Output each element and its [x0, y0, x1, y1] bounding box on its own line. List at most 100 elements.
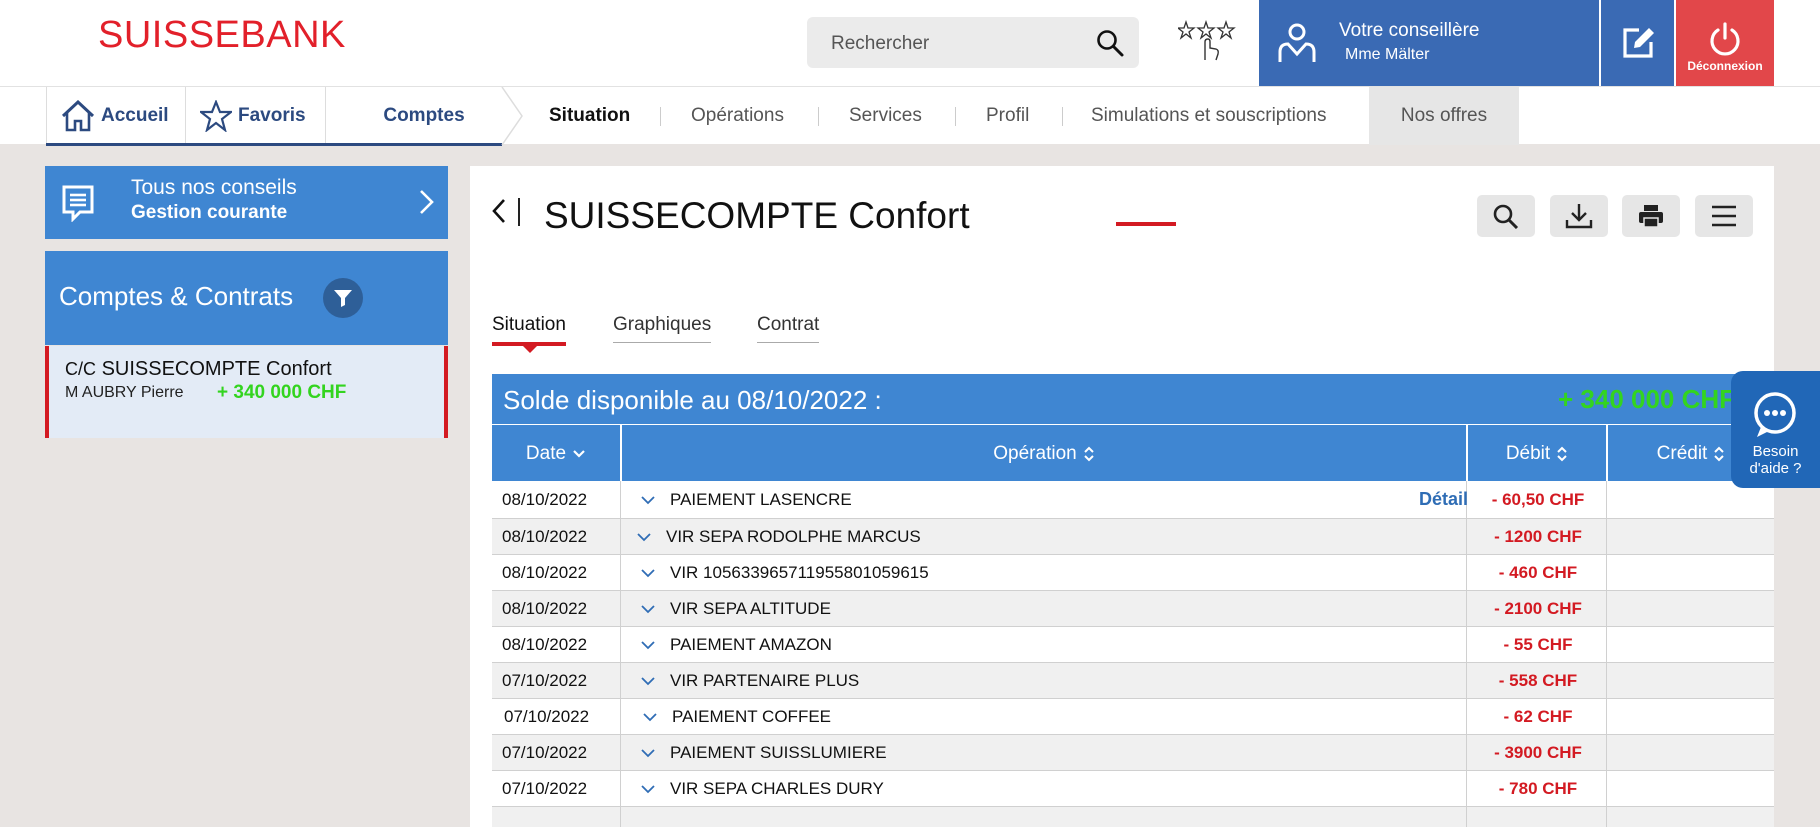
column-credit-label: Crédit — [1656, 442, 1708, 464]
column-divider — [620, 519, 621, 554]
column-divider — [620, 481, 621, 518]
search-input[interactable]: Rechercher — [831, 33, 929, 55]
row-operation[interactable]: PAIEMENT AMAZON — [640, 627, 832, 662]
rating-stars-icon[interactable] — [1178, 20, 1238, 64]
nav-accounts[interactable]: Comptes — [326, 87, 502, 145]
advice-banner[interactable]: Tous nos conseils Gestion courante — [45, 166, 448, 239]
column-divider — [620, 555, 621, 590]
sort-icon — [1714, 446, 1725, 461]
search-icon[interactable] — [1095, 28, 1125, 58]
subnav-services[interactable]: Services — [849, 87, 922, 145]
edit-button[interactable] — [1601, 0, 1674, 86]
row-operation-label: VIR SEPA CHARLES DURY — [670, 778, 884, 798]
row-operation-label: PAIEMENT COFFEE — [672, 706, 832, 726]
print-icon — [1639, 205, 1663, 228]
chevron-down-icon — [637, 532, 651, 541]
table-row[interactable]: 08/10/2022 PAIEMENT LASENCRE Détail - 60… — [492, 481, 1774, 519]
chevron-down-icon — [641, 640, 655, 649]
back-icon[interactable] — [490, 196, 508, 226]
column-date[interactable]: Date — [492, 425, 620, 482]
column-operation[interactable]: Opération — [620, 425, 1466, 482]
row-debit: - 558 CHF — [1498, 670, 1578, 690]
column-divider — [620, 771, 621, 806]
subnav-situation[interactable]: Situation — [549, 87, 630, 145]
account-type: C/C — [65, 359, 96, 379]
chevron-down-icon — [641, 495, 655, 504]
account-title: SUISSECOMPTE Confort — [544, 195, 970, 236]
column-date-label: Date — [525, 442, 567, 464]
subnav-profil[interactable]: Profil — [986, 87, 1029, 145]
table-row[interactable]: 07/10/2022 PAIEMENT SUISSLUMIERE - 3900 … — [492, 735, 1774, 771]
nav-favorites[interactable]: Favoris — [186, 87, 326, 145]
row-date: 07/10/2022 — [502, 778, 588, 798]
logout-button[interactable]: Déconnexion — [1676, 0, 1774, 86]
account-name: SUISSECOMPTE Confort — [101, 358, 332, 380]
home-icon — [61, 100, 95, 132]
row-operation[interactable]: PAIEMENT LASENCRE — [640, 481, 852, 518]
row-operation-label: VIR SEPA ALTITUDE — [670, 598, 831, 618]
row-debit: - 3900 CHF — [1494, 742, 1582, 762]
accounts-title: Comptes & Contrats — [59, 281, 294, 311]
sort-icon — [1557, 446, 1567, 461]
row-date: 08/10/2022 — [502, 598, 588, 618]
help-label-line1: Besoin — [1752, 443, 1799, 460]
advisor-panel[interactable]: Votre conseillère Mme Mälter — [1259, 0, 1599, 86]
row-operation[interactable]: VIR SEPA ALTITUDE — [640, 591, 831, 626]
main-nav: Accueil Favoris Comptes Situation Opérat… — [0, 86, 1820, 146]
row-operation[interactable]: PAIEMENT COFFEE — [642, 699, 831, 734]
row-operation[interactable]: VIR SEPA CHARLES DURY — [640, 771, 884, 806]
print-button[interactable] — [1622, 195, 1680, 237]
star-icon — [200, 100, 232, 132]
tab-graphiques[interactable]: Graphiques — [613, 314, 712, 343]
nav-offers[interactable]: Nos offres — [1369, 87, 1519, 145]
account-card[interactable]: C/C SUISSECOMPTE Confort M AUBRY Pierre … — [45, 346, 448, 438]
column-divider — [620, 807, 621, 827]
filter-button[interactable] — [323, 278, 363, 318]
sort-icon — [1084, 446, 1094, 461]
column-debit-label: Débit — [1505, 442, 1551, 464]
row-date: 08/10/2022 — [502, 489, 588, 509]
table-row[interactable]: 07/10/2022 VIR PARTENAIRE PLUS - 558 CHF — [492, 663, 1774, 699]
table-row[interactable]: 08/10/2022 VIR SEPA ALTITUDE - 2100 CHF — [492, 591, 1774, 627]
tab-situation[interactable]: Situation — [492, 314, 566, 346]
row-debit: - 62 CHF — [1503, 706, 1573, 726]
bank-logo[interactable]: SUISSEBANK — [98, 14, 346, 57]
row-debit: - 55 CHF — [1503, 634, 1573, 654]
row-operation[interactable]: VIR SEPA RODOLPHE MARCUS — [636, 519, 921, 554]
row-operation[interactable]: PAIEMENT SUISSLUMIERE — [640, 735, 887, 770]
table-row[interactable]: 07/10/2022 PAIEMENT COFFEE - 62 CHF — [492, 699, 1774, 735]
row-operation[interactable]: VIR PARTENAIRE PLUS — [640, 663, 859, 698]
chevron-down-icon — [641, 604, 655, 613]
menu-button[interactable] — [1695, 195, 1753, 237]
balance-amount: + 340 000 CHF — [1558, 384, 1736, 414]
chevron-down-icon — [643, 712, 657, 721]
download-button[interactable] — [1550, 195, 1608, 237]
subnav-separator — [660, 107, 661, 126]
column-debit[interactable]: Débit — [1466, 425, 1606, 482]
nav-active-underline — [46, 143, 502, 146]
download-icon — [1565, 204, 1593, 229]
nav-home[interactable]: Accueil — [46, 87, 186, 145]
table-row[interactable]: 08/10/2022 VIR 10563396571195580105961​5… — [492, 555, 1774, 591]
help-button[interactable]: Besoin d'aide ? — [1731, 371, 1820, 488]
row-operation[interactable]: VIR 10563396571195580105961​5 — [640, 555, 929, 590]
search-button[interactable] — [1477, 195, 1535, 237]
table-row[interactable]: 07/10/2022 VIR SEPA CHARLES DURY - 780 C… — [492, 771, 1774, 807]
accounts-header: Comptes & Contrats — [45, 251, 448, 345]
row-date: 08/10/2022 — [502, 634, 588, 654]
search-box[interactable]: Rechercher — [807, 17, 1139, 68]
table-row[interactable]: 08/10/2022 PAIEMENT AMAZON - 55 CHF — [492, 627, 1774, 663]
column-divider — [620, 699, 621, 734]
logout-label: Déconnexion — [1687, 59, 1763, 73]
subnav-operations[interactable]: Opérations — [691, 87, 784, 145]
tab-contrat[interactable]: Contrat — [757, 314, 820, 343]
table-row[interactable] — [492, 807, 1774, 827]
detail-link[interactable]: Détail — [1419, 481, 1468, 518]
edit-icon — [1623, 28, 1654, 58]
table-header: Date Opération Débit Crédit — [492, 424, 1774, 482]
subnav-separator — [1062, 107, 1063, 126]
subnav-simulations[interactable]: Simulations et souscriptions — [1091, 87, 1327, 145]
table-row[interactable]: 08/10/2022 VIR SEPA RODOLPHE MARCUS - 12… — [492, 519, 1774, 555]
row-operation-label: VIR PARTENAIRE PLUS — [670, 670, 860, 690]
nav-home-label: Accueil — [101, 105, 169, 126]
